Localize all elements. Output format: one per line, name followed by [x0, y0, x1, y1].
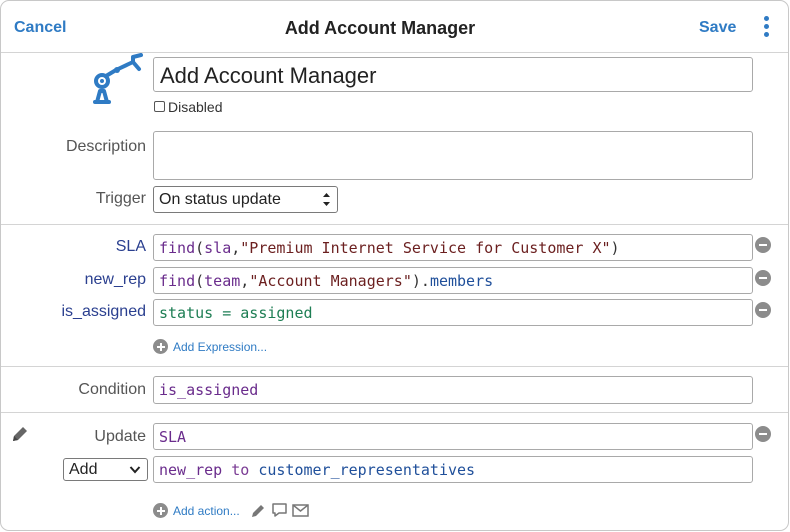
remove-circle-icon[interactable]	[755, 237, 771, 253]
update-value: SLA	[159, 428, 187, 446]
add-circle-icon[interactable]	[153, 339, 168, 354]
add-expression-link[interactable]: Add Expression...	[173, 340, 267, 354]
trigger-select-value: On status update	[159, 191, 281, 208]
code-token: ,	[240, 272, 250, 290]
chevron-down-icon	[323, 193, 330, 206]
more-vertical-icon[interactable]	[757, 15, 777, 39]
code-token: status	[159, 304, 214, 322]
action-select-value: Add	[69, 461, 98, 478]
chevron-down-icon	[129, 466, 141, 474]
code-token: )	[610, 239, 620, 257]
code-token: =	[213, 304, 241, 322]
code-token: ,	[231, 239, 241, 257]
section-divider	[1, 412, 788, 413]
expression-label: SLA	[115, 238, 146, 255]
action-expression-value: new_rep to customer_representatives	[159, 461, 475, 479]
code-token: team	[204, 272, 241, 290]
remove-circle-icon[interactable]	[755, 302, 771, 318]
dialog-header: Cancel Add Account Manager Save	[1, 1, 788, 53]
code-token: to	[222, 461, 259, 479]
code-token: "Account Managers"	[249, 272, 412, 290]
robot-arm-icon	[93, 53, 143, 104]
code-token: customer_representatives	[258, 461, 476, 479]
update-input[interactable]: SLA	[153, 423, 753, 450]
pencil-icon[interactable]	[11, 425, 29, 443]
section-divider	[1, 224, 788, 225]
remove-circle-icon[interactable]	[755, 270, 771, 286]
code-token: assigned	[240, 304, 313, 322]
condition-input[interactable]: is_assigned	[153, 376, 753, 404]
expression-value: find(team,"Account Managers").members	[159, 272, 493, 290]
description-input[interactable]	[153, 131, 753, 180]
disabled-label: Disabled	[168, 99, 223, 115]
expression-input[interactable]: status = assigned	[153, 299, 753, 326]
trigger-select[interactable]: On status update	[153, 186, 338, 213]
code-token: .	[420, 272, 430, 290]
update-label: Update	[94, 428, 146, 445]
name-input-value: Add Account Manager	[160, 63, 377, 88]
code-token: new_rep	[159, 461, 223, 479]
condition-value: is_assigned	[159, 381, 259, 399]
dialog-title: Add Account Manager	[284, 18, 476, 38]
code-token: )	[411, 272, 421, 290]
disabled-checkbox[interactable]	[154, 101, 165, 112]
code-token: (	[195, 272, 205, 290]
name-input[interactable]: Add Account Manager	[153, 57, 753, 92]
add-circle-icon[interactable]	[153, 503, 168, 518]
code-token: (	[195, 239, 205, 257]
pencil-icon[interactable]	[251, 503, 266, 518]
section-divider	[1, 366, 788, 367]
action-expression-input[interactable]: new_rep to customer_representatives	[153, 456, 753, 483]
trigger-label: Trigger	[95, 190, 146, 207]
description-label: Description	[65, 138, 146, 155]
condition-label: Condition	[78, 381, 146, 398]
action-select[interactable]: Add	[63, 458, 148, 481]
code-token: find	[159, 272, 196, 290]
expression-value: find(sla,"Premium Internet Service for C…	[159, 239, 620, 257]
mail-icon[interactable]	[292, 504, 309, 517]
workflow-editor-dialog: Cancel Add Account Manager Save Add Acco…	[0, 0, 789, 531]
expression-input[interactable]: find(sla,"Premium Internet Service for C…	[153, 234, 753, 261]
code-token: sla	[204, 239, 232, 257]
add-action-link[interactable]: Add action...	[173, 504, 240, 518]
expression-value: status = assigned	[159, 304, 313, 322]
remove-circle-icon[interactable]	[755, 426, 771, 442]
expression-label: is_assigned	[61, 303, 147, 320]
expression-input[interactable]: find(team,"Account Managers").members	[153, 267, 753, 294]
comment-icon[interactable]	[271, 502, 288, 518]
save-button[interactable]: Save	[699, 19, 736, 37]
code-token: "Premium Internet Service for Customer X…	[240, 239, 611, 257]
expression-label: new_rep	[84, 271, 146, 288]
code-token: find	[159, 239, 196, 257]
code-token: members	[429, 272, 494, 290]
